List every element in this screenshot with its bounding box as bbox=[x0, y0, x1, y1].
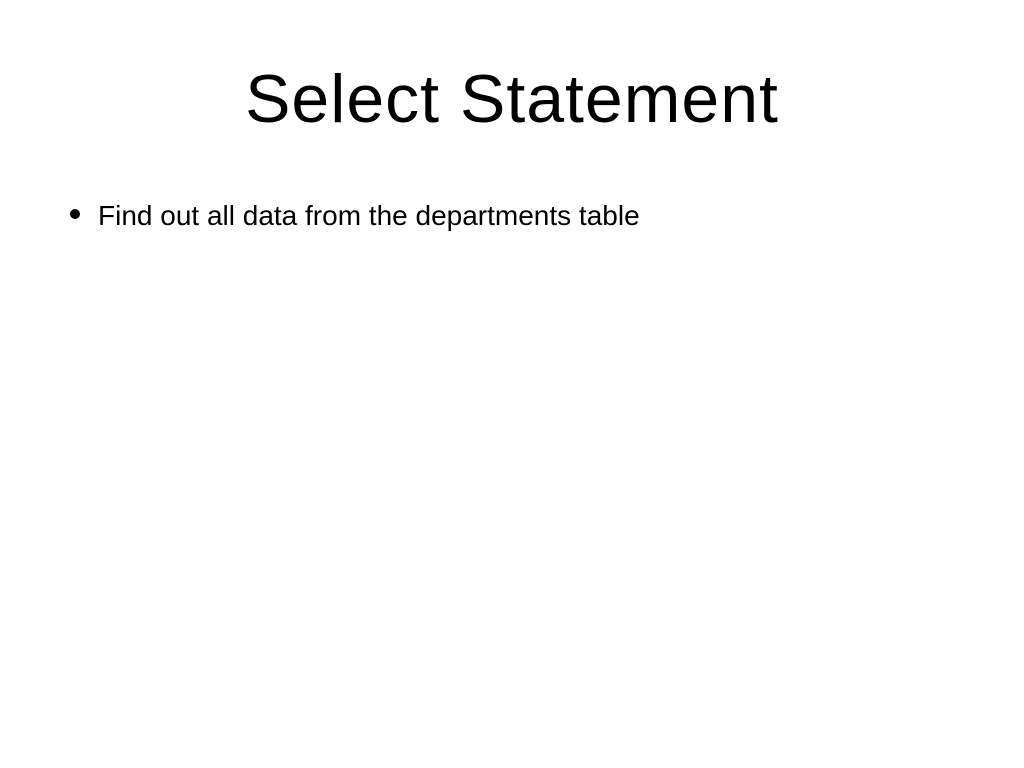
bullet-item: Find out all data from the departments t… bbox=[70, 198, 954, 234]
slide-content: Find out all data from the departments t… bbox=[0, 178, 1024, 234]
bullet-text: Find out all data from the departments t… bbox=[98, 198, 640, 234]
slide-container: Select Statement Find out all data from … bbox=[0, 0, 1024, 768]
slide-title: Select Statement bbox=[0, 0, 1024, 178]
bullet-icon bbox=[70, 209, 80, 219]
